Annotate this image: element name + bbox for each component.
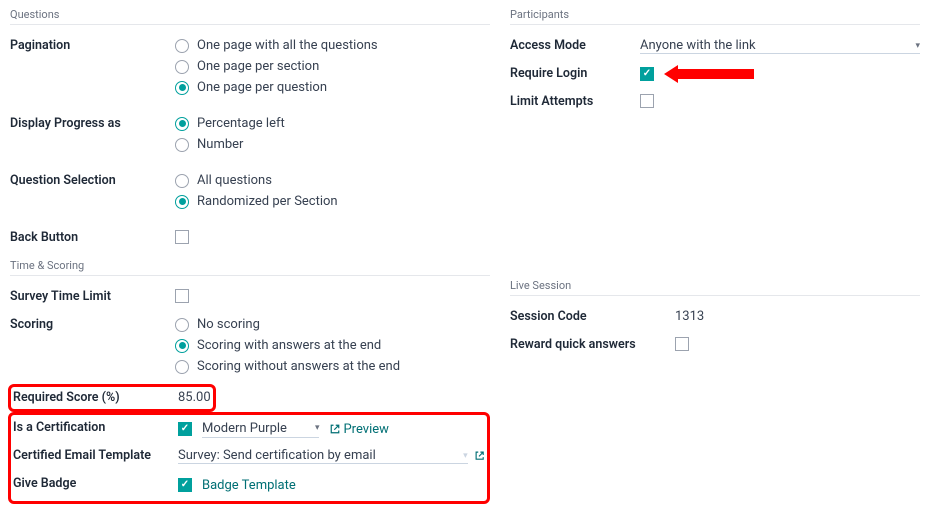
annotation-arrow — [664, 66, 754, 82]
certified-email-value: Survey: Send certification by email — [178, 448, 376, 463]
chevron-down-icon: ▾ — [463, 451, 468, 461]
label-give-badge: Give Badge — [13, 473, 178, 491]
scoring-radio-group: No scoring Scoring with answers at the e… — [175, 317, 490, 374]
radio-label: One page with all the questions — [197, 38, 378, 53]
label-require-login: Require Login — [510, 63, 640, 81]
label-pagination: Pagination — [10, 35, 175, 53]
display-progress-radio-group: Percentage left Number — [175, 116, 490, 152]
label-access-mode: Access Mode — [510, 35, 640, 53]
radio-label: One page per section — [197, 59, 319, 74]
give-badge-checkbox[interactable] — [178, 478, 192, 492]
radio-label: Scoring without answers at the end — [197, 359, 400, 374]
section-title-questions: Questions — [10, 8, 490, 25]
access-mode-select[interactable]: Anyone with the link ▾ — [640, 38, 920, 54]
label-is-certification: Is a Certification — [13, 417, 178, 435]
survey-time-limit-checkbox[interactable] — [175, 289, 189, 303]
pagination-option-one-page-section[interactable]: One page per section — [175, 59, 490, 74]
limit-attempts-checkbox[interactable] — [640, 94, 654, 108]
required-score-value[interactable]: 85.00 — [178, 387, 213, 405]
section-title-live-session: Live Session — [510, 279, 920, 296]
access-mode-value: Anyone with the link — [640, 38, 756, 53]
section-title-participants: Participants — [510, 8, 920, 25]
question-selection-all[interactable]: All questions — [175, 173, 490, 188]
radio-icon — [175, 318, 189, 332]
pagination-option-one-page-all[interactable]: One page with all the questions — [175, 38, 490, 53]
radio-icon — [175, 195, 189, 209]
radio-icon — [175, 174, 189, 188]
certification-preview-link[interactable]: Preview — [329, 422, 388, 437]
radio-icon — [175, 60, 189, 74]
pagination-option-one-page-question[interactable]: One page per question — [175, 80, 490, 95]
label-question-selection: Question Selection — [10, 170, 175, 188]
radio-label: No scoring — [197, 317, 260, 332]
radio-label: All questions — [197, 173, 272, 188]
radio-icon — [175, 117, 189, 131]
scoring-with-answers[interactable]: Scoring with answers at the end — [175, 338, 490, 353]
preview-label: Preview — [343, 422, 388, 437]
radio-label: Scoring with answers at the end — [197, 338, 381, 353]
scoring-none[interactable]: No scoring — [175, 317, 490, 332]
section-title-time-scoring: Time & Scoring — [10, 259, 490, 276]
label-certified-email-template: Certified Email Template — [13, 445, 178, 463]
radio-icon — [175, 81, 189, 95]
external-link-icon — [329, 423, 341, 435]
chevron-down-icon: ▾ — [315, 423, 320, 433]
radio-icon — [175, 138, 189, 152]
display-progress-percentage[interactable]: Percentage left — [175, 116, 490, 131]
radio-label: Number — [197, 137, 243, 152]
question-selection-randomized[interactable]: Randomized per Section — [175, 194, 490, 209]
reward-quick-checkbox[interactable] — [675, 337, 689, 351]
back-button-checkbox[interactable] — [175, 230, 189, 244]
radio-label: Percentage left — [197, 116, 285, 131]
label-scoring: Scoring — [10, 314, 175, 332]
display-progress-number[interactable]: Number — [175, 137, 490, 152]
label-session-code: Session Code — [510, 306, 675, 324]
radio-icon — [175, 339, 189, 353]
label-survey-time-limit: Survey Time Limit — [10, 286, 175, 304]
pagination-radio-group: One page with all the questions One page… — [175, 38, 490, 95]
certified-email-select[interactable]: Survey: Send certification by email ▾ — [178, 448, 468, 464]
badge-template-link[interactable]: Badge Template — [202, 478, 296, 493]
label-limit-attempts: Limit Attempts — [510, 91, 640, 109]
external-link-icon[interactable] — [474, 450, 485, 462]
label-back-button: Back Button — [10, 227, 175, 245]
question-selection-radio-group: All questions Randomized per Section — [175, 173, 490, 209]
label-reward-quick-answers: Reward quick answers — [510, 334, 675, 352]
certification-template-value: Modern Purple — [202, 421, 287, 436]
highlight-certification-block: Is a Certification Modern Purple ▾ Prev — [8, 412, 490, 504]
radio-icon — [175, 360, 189, 374]
radio-icon — [175, 39, 189, 53]
highlight-required-score: Required Score (%) 85.00 — [8, 384, 216, 412]
label-display-progress: Display Progress as — [10, 113, 175, 131]
certification-template-select[interactable]: Modern Purple ▾ — [202, 421, 319, 438]
radio-label: One page per question — [197, 80, 327, 95]
label-required-score: Required Score (%) — [13, 387, 178, 405]
scoring-without-answers[interactable]: Scoring without answers at the end — [175, 359, 490, 374]
chevron-down-icon: ▾ — [915, 41, 920, 51]
require-login-checkbox[interactable] — [640, 67, 654, 81]
radio-label: Randomized per Section — [197, 194, 338, 209]
is-certification-checkbox[interactable] — [178, 422, 192, 436]
session-code-value[interactable]: 1313 — [675, 306, 920, 324]
